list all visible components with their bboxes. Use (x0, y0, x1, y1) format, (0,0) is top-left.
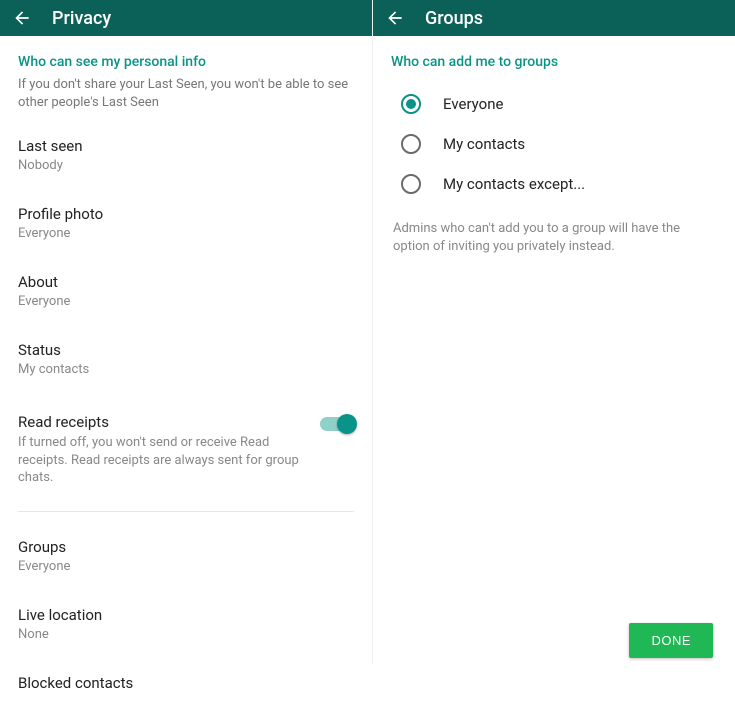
personal-info-section-title: Who can see my personal info (18, 54, 354, 70)
radio-icon (401, 134, 421, 154)
status-title: Status (18, 341, 354, 359)
groups-screen: Groups Who can add me to groups Everyone… (373, 0, 735, 664)
done-button[interactable]: DONE (629, 623, 713, 658)
groups-header: Groups (373, 0, 735, 36)
radio-option-my-contacts-except[interactable]: My contacts except... (391, 164, 717, 204)
profile-photo-title: Profile photo (18, 205, 354, 223)
groups-header-title: Groups (425, 8, 483, 29)
last-seen-item[interactable]: Last seen Nobody (18, 125, 354, 183)
groups-value: Everyone (18, 559, 354, 574)
groups-section-title: Who can add me to groups (391, 54, 717, 70)
back-arrow-icon[interactable] (12, 8, 32, 28)
groups-item[interactable]: Groups Everyone (18, 526, 354, 584)
live-location-item[interactable]: Live location None (18, 594, 354, 652)
last-seen-value: Nobody (18, 158, 354, 173)
about-title: About (18, 273, 354, 291)
groups-content: Who can add me to groups Everyone My con… (373, 36, 735, 256)
radio-icon (401, 174, 421, 194)
radio-option-my-contacts[interactable]: My contacts (391, 124, 717, 164)
personal-info-helper: If you don't share your Last Seen, you w… (18, 76, 354, 111)
groups-title: Groups (18, 538, 354, 556)
privacy-content: Who can see my personal info If you don'… (0, 36, 372, 705)
back-arrow-icon[interactable] (385, 8, 405, 28)
radio-label: My contacts (443, 135, 525, 153)
last-seen-title: Last seen (18, 137, 354, 155)
live-location-title: Live location (18, 606, 354, 624)
read-receipts-item[interactable]: Read receipts If turned off, you won't s… (18, 401, 354, 497)
about-value: Everyone (18, 294, 354, 309)
divider (18, 511, 354, 512)
status-value: My contacts (18, 362, 354, 377)
read-receipts-desc: If turned off, you won't send or receive… (18, 434, 300, 487)
profile-photo-value: Everyone (18, 226, 354, 241)
groups-helper-text: Admins who can't add you to a group will… (391, 204, 717, 256)
radio-option-everyone[interactable]: Everyone (391, 84, 717, 124)
status-item[interactable]: Status My contacts (18, 329, 354, 387)
radio-label: My contacts except... (443, 175, 585, 193)
privacy-title: Privacy (52, 8, 111, 29)
profile-photo-item[interactable]: Profile photo Everyone (18, 193, 354, 251)
read-receipts-title: Read receipts (18, 413, 300, 431)
radio-label: Everyone (443, 95, 503, 113)
about-item[interactable]: About Everyone (18, 261, 354, 319)
blocked-contacts-item[interactable]: Blocked contacts (18, 662, 354, 705)
privacy-header: Privacy (0, 0, 372, 36)
radio-icon (401, 94, 421, 114)
live-location-value: None (18, 627, 354, 642)
privacy-screen: Privacy Who can see my personal info If … (0, 0, 373, 664)
blocked-contacts-title: Blocked contacts (18, 674, 354, 692)
read-receipts-toggle[interactable] (320, 417, 354, 431)
toggle-knob (337, 414, 357, 434)
